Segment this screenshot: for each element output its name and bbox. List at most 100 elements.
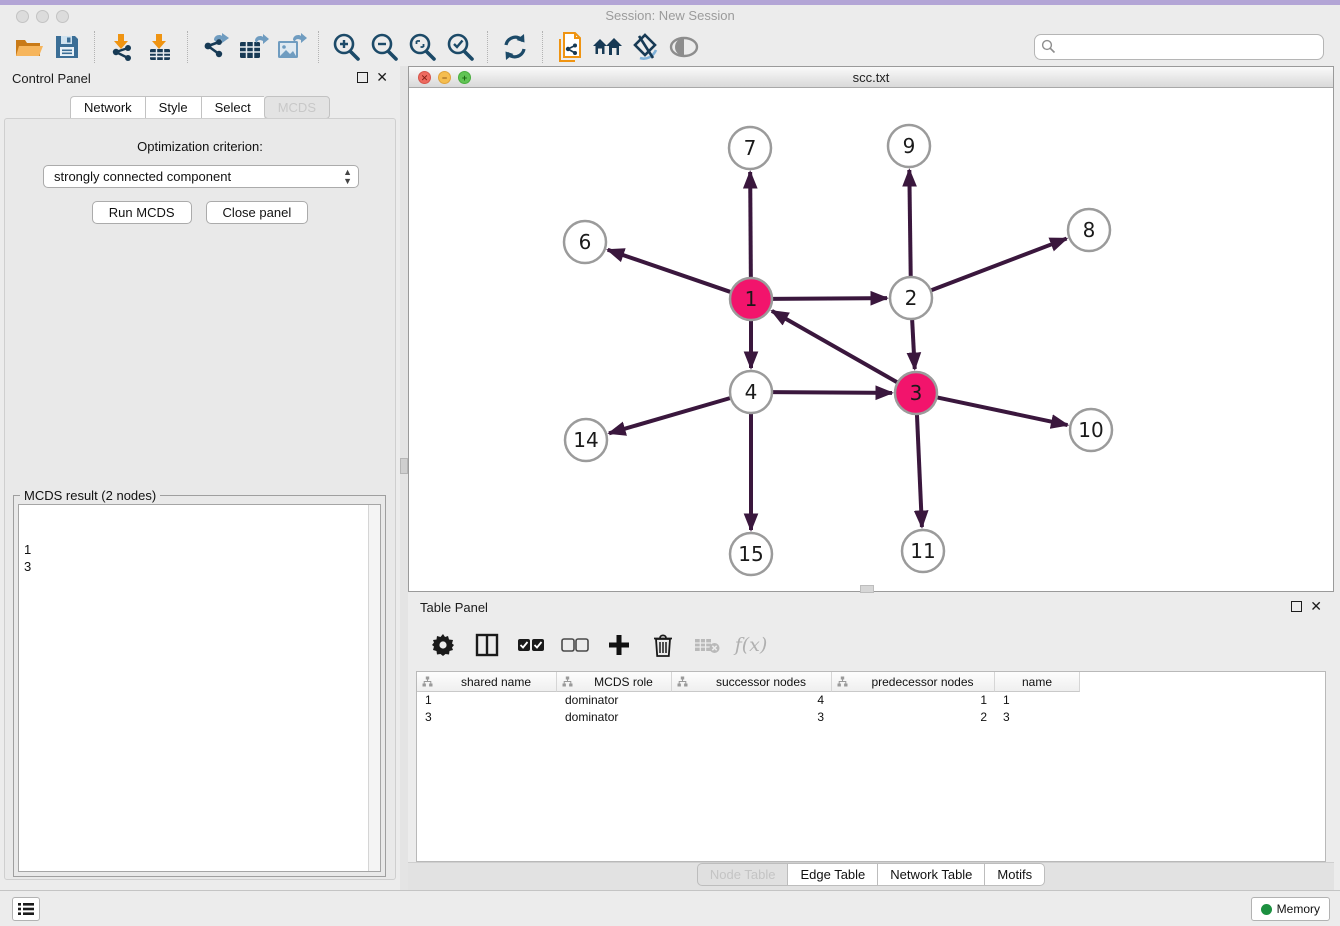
- criterion-dropdown[interactable]: strongly connected component ▲▼: [43, 165, 359, 188]
- table-cell[interactable]: 3: [417, 709, 557, 726]
- table-cell[interactable]: 1: [417, 692, 557, 709]
- graph-node-15[interactable]: 15: [730, 533, 772, 575]
- edge-3-11[interactable]: [917, 414, 922, 527]
- column-header-shared-name[interactable]: shared name: [417, 672, 557, 692]
- mcds-result-lines: 1 3: [24, 542, 31, 574]
- float-panel-icon[interactable]: [357, 72, 368, 83]
- open-file-button[interactable]: [10, 31, 48, 63]
- export-image-button[interactable]: [272, 31, 310, 63]
- graph-node-7[interactable]: 7: [729, 127, 771, 169]
- tab-network[interactable]: Network: [70, 96, 145, 119]
- search-input[interactable]: [1034, 34, 1324, 60]
- table-cell[interactable]: 1: [832, 692, 995, 709]
- application-window: Session: New Session: [0, 0, 1340, 926]
- panel-divider-handle[interactable]: [400, 458, 408, 474]
- create-column-button[interactable]: [604, 630, 634, 660]
- refresh-button[interactable]: [496, 31, 534, 63]
- panel-divider: [400, 66, 408, 890]
- table-float-icon[interactable]: [1291, 601, 1302, 612]
- tab-node-table[interactable]: Node Table: [697, 863, 788, 886]
- memory-button[interactable]: Memory: [1251, 897, 1330, 921]
- table-cell[interactable]: 2: [832, 709, 995, 726]
- mcds-result-title: MCDS result (2 nodes): [20, 488, 160, 503]
- graph-node-10[interactable]: 10: [1070, 409, 1112, 451]
- run-mcds-button[interactable]: Run MCDS: [92, 201, 192, 224]
- edge-2-9[interactable]: [909, 170, 910, 277]
- table-cell[interactable]: dominator: [557, 709, 672, 726]
- edge-4-3[interactable]: [772, 392, 892, 393]
- edge-1-7[interactable]: [750, 172, 751, 278]
- mcds-result-group: MCDS result (2 nodes) 1 3: [13, 495, 386, 877]
- edge-2-8[interactable]: [931, 239, 1067, 291]
- column-header-successor-nodes[interactable]: successor nodes: [672, 672, 832, 692]
- table-cell[interactable]: 3: [995, 709, 1080, 726]
- annotation-button[interactable]: [627, 31, 665, 63]
- zoom-selected-button[interactable]: [441, 31, 479, 63]
- zoom-in-button[interactable]: [327, 31, 365, 63]
- edge-3-10[interactable]: [937, 397, 1068, 425]
- save-icon: [54, 34, 80, 60]
- column-header-MCDS-role[interactable]: MCDS role: [557, 672, 672, 692]
- refresh-icon: [501, 33, 529, 61]
- control-panel-tabs: NetworkStyleSelectMCDS: [0, 96, 400, 119]
- import-network-button[interactable]: [103, 31, 141, 63]
- delete-column-button[interactable]: [648, 630, 678, 660]
- table-settings-button[interactable]: [428, 630, 458, 660]
- table-cell[interactable]: 4: [672, 692, 832, 709]
- columns-icon: [475, 633, 499, 657]
- mcds-tab-content: Optimization criterion: strongly connect…: [4, 118, 396, 880]
- tab-style[interactable]: Style: [145, 96, 201, 119]
- table-row[interactable]: 1dominator411: [417, 692, 1325, 709]
- first-neighbors-button[interactable]: [589, 31, 627, 63]
- edge-3-1[interactable]: [772, 311, 898, 383]
- table-cell[interactable]: 3: [672, 709, 832, 726]
- graph-node-8[interactable]: 8: [1068, 209, 1110, 251]
- show-columns-button[interactable]: [472, 630, 502, 660]
- zoom-out-button[interactable]: [365, 31, 403, 63]
- hide-selected-button[interactable]: [665, 31, 703, 63]
- column-header-predecessor-nodes[interactable]: predecessor nodes: [832, 672, 995, 692]
- mcds-result-text[interactable]: 1 3: [18, 504, 381, 872]
- graph-node-4[interactable]: 4: [730, 371, 772, 413]
- graph-node-9[interactable]: 9: [888, 125, 930, 167]
- tab-edge-table[interactable]: Edge Table: [787, 863, 877, 886]
- tab-motifs[interactable]: Motifs: [984, 863, 1045, 886]
- result-scrollbar[interactable]: [368, 505, 380, 871]
- table-close-icon[interactable]: ✕: [1310, 599, 1322, 613]
- clone-network-button[interactable]: [551, 31, 589, 63]
- tab-network-table[interactable]: Network Table: [877, 863, 984, 886]
- table-panel: Table Panel ✕: [408, 595, 1334, 890]
- graph-node-3[interactable]: 3: [895, 372, 937, 414]
- task-history-button[interactable]: [12, 897, 40, 921]
- edge-1-6[interactable]: [608, 250, 731, 292]
- table-row[interactable]: 3dominator323: [417, 709, 1325, 726]
- edge-4-14[interactable]: [609, 398, 731, 433]
- table-cell[interactable]: dominator: [557, 692, 672, 709]
- edge-2-3[interactable]: [912, 319, 915, 369]
- tab-mcds[interactable]: MCDS: [264, 96, 330, 119]
- network-table-divider-handle[interactable]: [860, 585, 874, 593]
- table-cell[interactable]: 1: [995, 692, 1080, 709]
- zoom-fit-button[interactable]: [403, 31, 441, 63]
- network-canvas[interactable]: 7 9 6 8 1 2 4 3 14 10 15 11: [409, 89, 1333, 591]
- deselect-all-rows-button[interactable]: [560, 630, 590, 660]
- tab-select[interactable]: Select: [201, 96, 264, 119]
- graph-node-11[interactable]: 11: [902, 530, 944, 572]
- export-table-button[interactable]: [234, 31, 272, 63]
- column-header-name[interactable]: name: [995, 672, 1080, 692]
- node-label: 14: [573, 428, 598, 452]
- close-panel-icon[interactable]: ✕: [376, 70, 388, 84]
- select-all-rows-button[interactable]: [516, 630, 546, 660]
- edge-1-2[interactable]: [772, 298, 887, 299]
- table-panel-header: Table Panel ✕: [408, 595, 1334, 621]
- export-network-button[interactable]: [196, 31, 234, 63]
- graph-node-6[interactable]: 6: [564, 221, 606, 263]
- close-panel-button[interactable]: Close panel: [206, 201, 309, 224]
- network-window-titlebar[interactable]: ✕ − + scc.txt: [409, 67, 1333, 88]
- graph-node-2[interactable]: 2: [890, 277, 932, 319]
- graph-node-1[interactable]: 1: [730, 278, 772, 320]
- graph-node-14[interactable]: 14: [565, 419, 607, 461]
- import-network-icon: [107, 32, 137, 62]
- import-table-button[interactable]: [141, 31, 179, 63]
- save-session-button[interactable]: [48, 31, 86, 63]
